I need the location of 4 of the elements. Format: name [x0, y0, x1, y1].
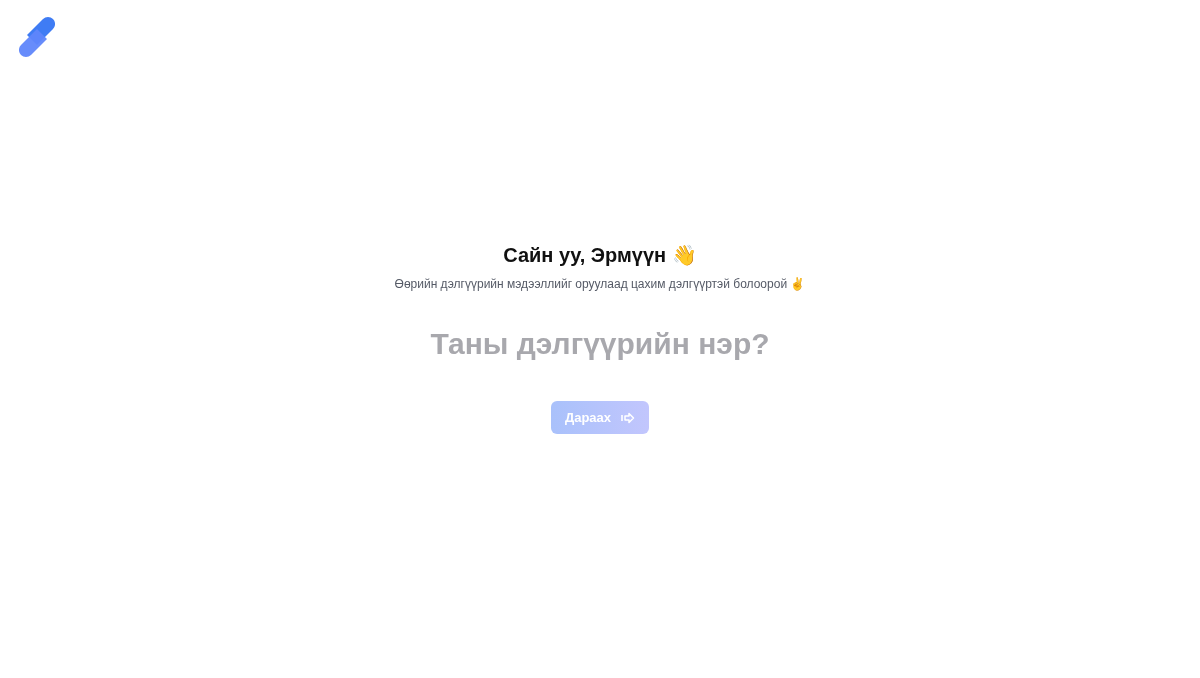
store-name-field[interactable]: Таны дэлгүүрийн нэр? — [350, 321, 850, 367]
greeting-title: Сайн уу, Эрмүүн 👋 — [503, 243, 697, 267]
arrow-right-icon — [621, 411, 636, 424]
greeting-subtitle: Өөрийн дэлгүүрийн мэдээллийг оруулаад цахим дэлгүүртэй болоорой ✌ — [394, 277, 806, 291]
